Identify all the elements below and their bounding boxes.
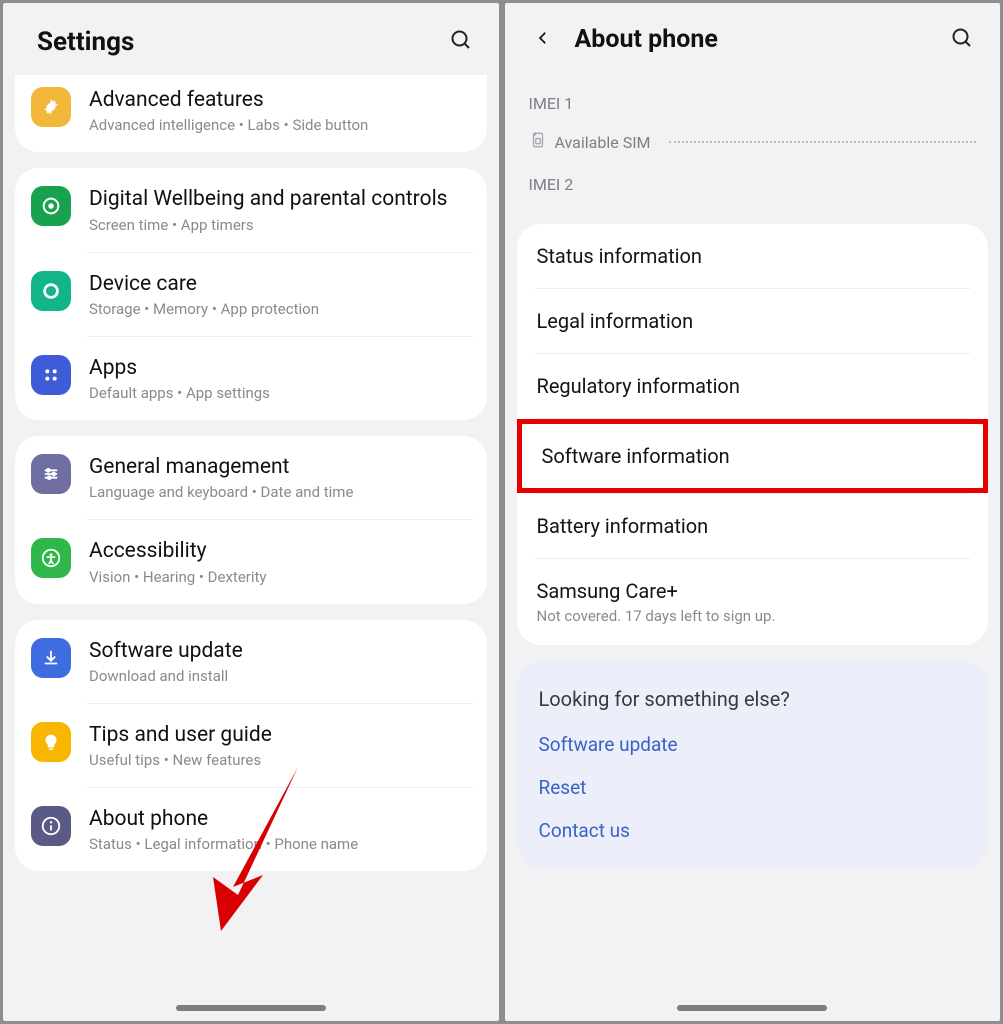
- settings-item-title: General management: [89, 454, 471, 480]
- sliders-icon: [31, 454, 71, 494]
- row-legal-information[interactable]: Legal information: [517, 289, 989, 353]
- settings-item-title: Accessibility: [89, 538, 471, 564]
- search-button[interactable]: [948, 26, 976, 54]
- info-row-subtitle: Not covered. 17 days left to sign up.: [537, 607, 969, 625]
- home-indicator[interactable]: [677, 1005, 827, 1011]
- search-icon: [950, 26, 974, 54]
- back-button[interactable]: [529, 26, 557, 54]
- home-indicator[interactable]: [176, 1005, 326, 1011]
- info-row-title: Legal information: [537, 309, 694, 333]
- imei1-label: IMEI 1: [529, 94, 977, 113]
- download-icon: [31, 638, 71, 678]
- about-phone-pane: About phone IMEI 1 Available SIM IMEI 2 …: [505, 3, 1001, 1021]
- row-battery-information[interactable]: Battery information: [517, 494, 989, 558]
- settings-item-title: Advanced features: [89, 87, 471, 113]
- imei-section: IMEI 1 Available SIM IMEI 2: [505, 72, 1001, 224]
- settings-item-subtitle: Storage • Memory • App protection: [89, 300, 471, 318]
- settings-item-tips[interactable]: Tips and user guide Useful tips • New fe…: [15, 704, 487, 787]
- row-regulatory-information[interactable]: Regulatory information: [517, 354, 989, 418]
- settings-item-about-phone[interactable]: About phone Status • Legal information •…: [15, 788, 487, 871]
- settings-item-title: Tips and user guide: [89, 722, 471, 748]
- settings-group: Software update Download and install Tip…: [15, 620, 487, 872]
- settings-item-subtitle: Advanced intelligence • Labs • Side butt…: [89, 116, 471, 134]
- settings-scroll-area[interactable]: Advanced features Advanced intelligence …: [3, 75, 499, 1021]
- info-card: Status information Legal information Reg…: [517, 224, 989, 645]
- settings-item-subtitle: Screen time • App timers: [89, 216, 471, 234]
- bulb-icon: [31, 722, 71, 762]
- search-icon: [449, 28, 473, 56]
- settings-item-subtitle: Vision • Hearing • Dexterity: [89, 568, 471, 586]
- info-row-title: Regulatory information: [537, 374, 740, 398]
- settings-item-general-management[interactable]: General management Language and keyboard…: [15, 436, 487, 519]
- imei2-label: IMEI 2: [529, 175, 977, 194]
- settings-item-title: Apps: [89, 355, 471, 381]
- suggestion-link-contact-us[interactable]: Contact us: [539, 819, 967, 842]
- settings-item-advanced-features[interactable]: Advanced features Advanced intelligence …: [15, 75, 487, 152]
- gear-badge-icon: [31, 87, 71, 127]
- sim-card-icon: [529, 131, 547, 153]
- about-phone-header: About phone: [505, 3, 1001, 72]
- info-row-title: Samsung Care+: [537, 579, 969, 603]
- settings-title: Settings: [37, 27, 134, 57]
- info-row-title: Status information: [537, 244, 702, 268]
- settings-item-subtitle: Default apps • App settings: [89, 384, 471, 402]
- settings-item-title: Device care: [89, 271, 471, 297]
- suggestions-card: Looking for something else? Software upd…: [517, 661, 989, 868]
- target-icon: [31, 186, 71, 226]
- settings-item-subtitle: Download and install: [89, 667, 471, 685]
- row-software-information[interactable]: Software information: [517, 419, 989, 493]
- info-icon: [31, 806, 71, 846]
- person-circle-icon: [31, 538, 71, 578]
- row-samsung-care[interactable]: Samsung Care+ Not covered. 17 days left …: [517, 559, 989, 645]
- settings-item-device-care[interactable]: Device care Storage • Memory • App prote…: [15, 253, 487, 336]
- suggestion-link-reset[interactable]: Reset: [539, 776, 967, 799]
- settings-item-accessibility[interactable]: Accessibility Vision • Hearing • Dexteri…: [15, 520, 487, 603]
- ring-icon: [31, 271, 71, 311]
- search-button[interactable]: [447, 28, 475, 56]
- settings-group: Advanced features Advanced intelligence …: [15, 75, 487, 152]
- settings-header: Settings: [3, 3, 499, 75]
- settings-group: Digital Wellbeing and parental controls …: [15, 168, 487, 420]
- settings-group: General management Language and keyboard…: [15, 436, 487, 604]
- suggestion-link-software-update[interactable]: Software update: [539, 733, 967, 756]
- settings-pane: Settings Advanced features Advanced inte…: [3, 3, 499, 1021]
- settings-item-title: About phone: [89, 806, 471, 832]
- grid-dots-icon: [31, 355, 71, 395]
- settings-item-software-update[interactable]: Software update Download and install: [15, 620, 487, 703]
- available-sim-row[interactable]: Available SIM: [529, 131, 977, 153]
- info-row-title: Battery information: [537, 514, 709, 538]
- dotted-divider: [669, 141, 976, 143]
- settings-item-subtitle: Status • Legal information • Phone name: [89, 835, 471, 853]
- chevron-left-icon: [534, 29, 552, 51]
- settings-item-subtitle: Useful tips • New features: [89, 751, 471, 769]
- about-phone-title: About phone: [575, 25, 931, 54]
- available-sim-label: Available SIM: [555, 133, 651, 152]
- info-row-title: Software information: [542, 444, 730, 468]
- settings-item-apps[interactable]: Apps Default apps • App settings: [15, 337, 487, 420]
- suggestions-title: Looking for something else?: [539, 687, 967, 711]
- settings-item-subtitle: Language and keyboard • Date and time: [89, 483, 471, 501]
- settings-item-digital-wellbeing[interactable]: Digital Wellbeing and parental controls …: [15, 168, 487, 251]
- row-status-information[interactable]: Status information: [517, 224, 989, 288]
- settings-item-title: Digital Wellbeing and parental controls: [89, 186, 471, 212]
- settings-item-title: Software update: [89, 638, 471, 664]
